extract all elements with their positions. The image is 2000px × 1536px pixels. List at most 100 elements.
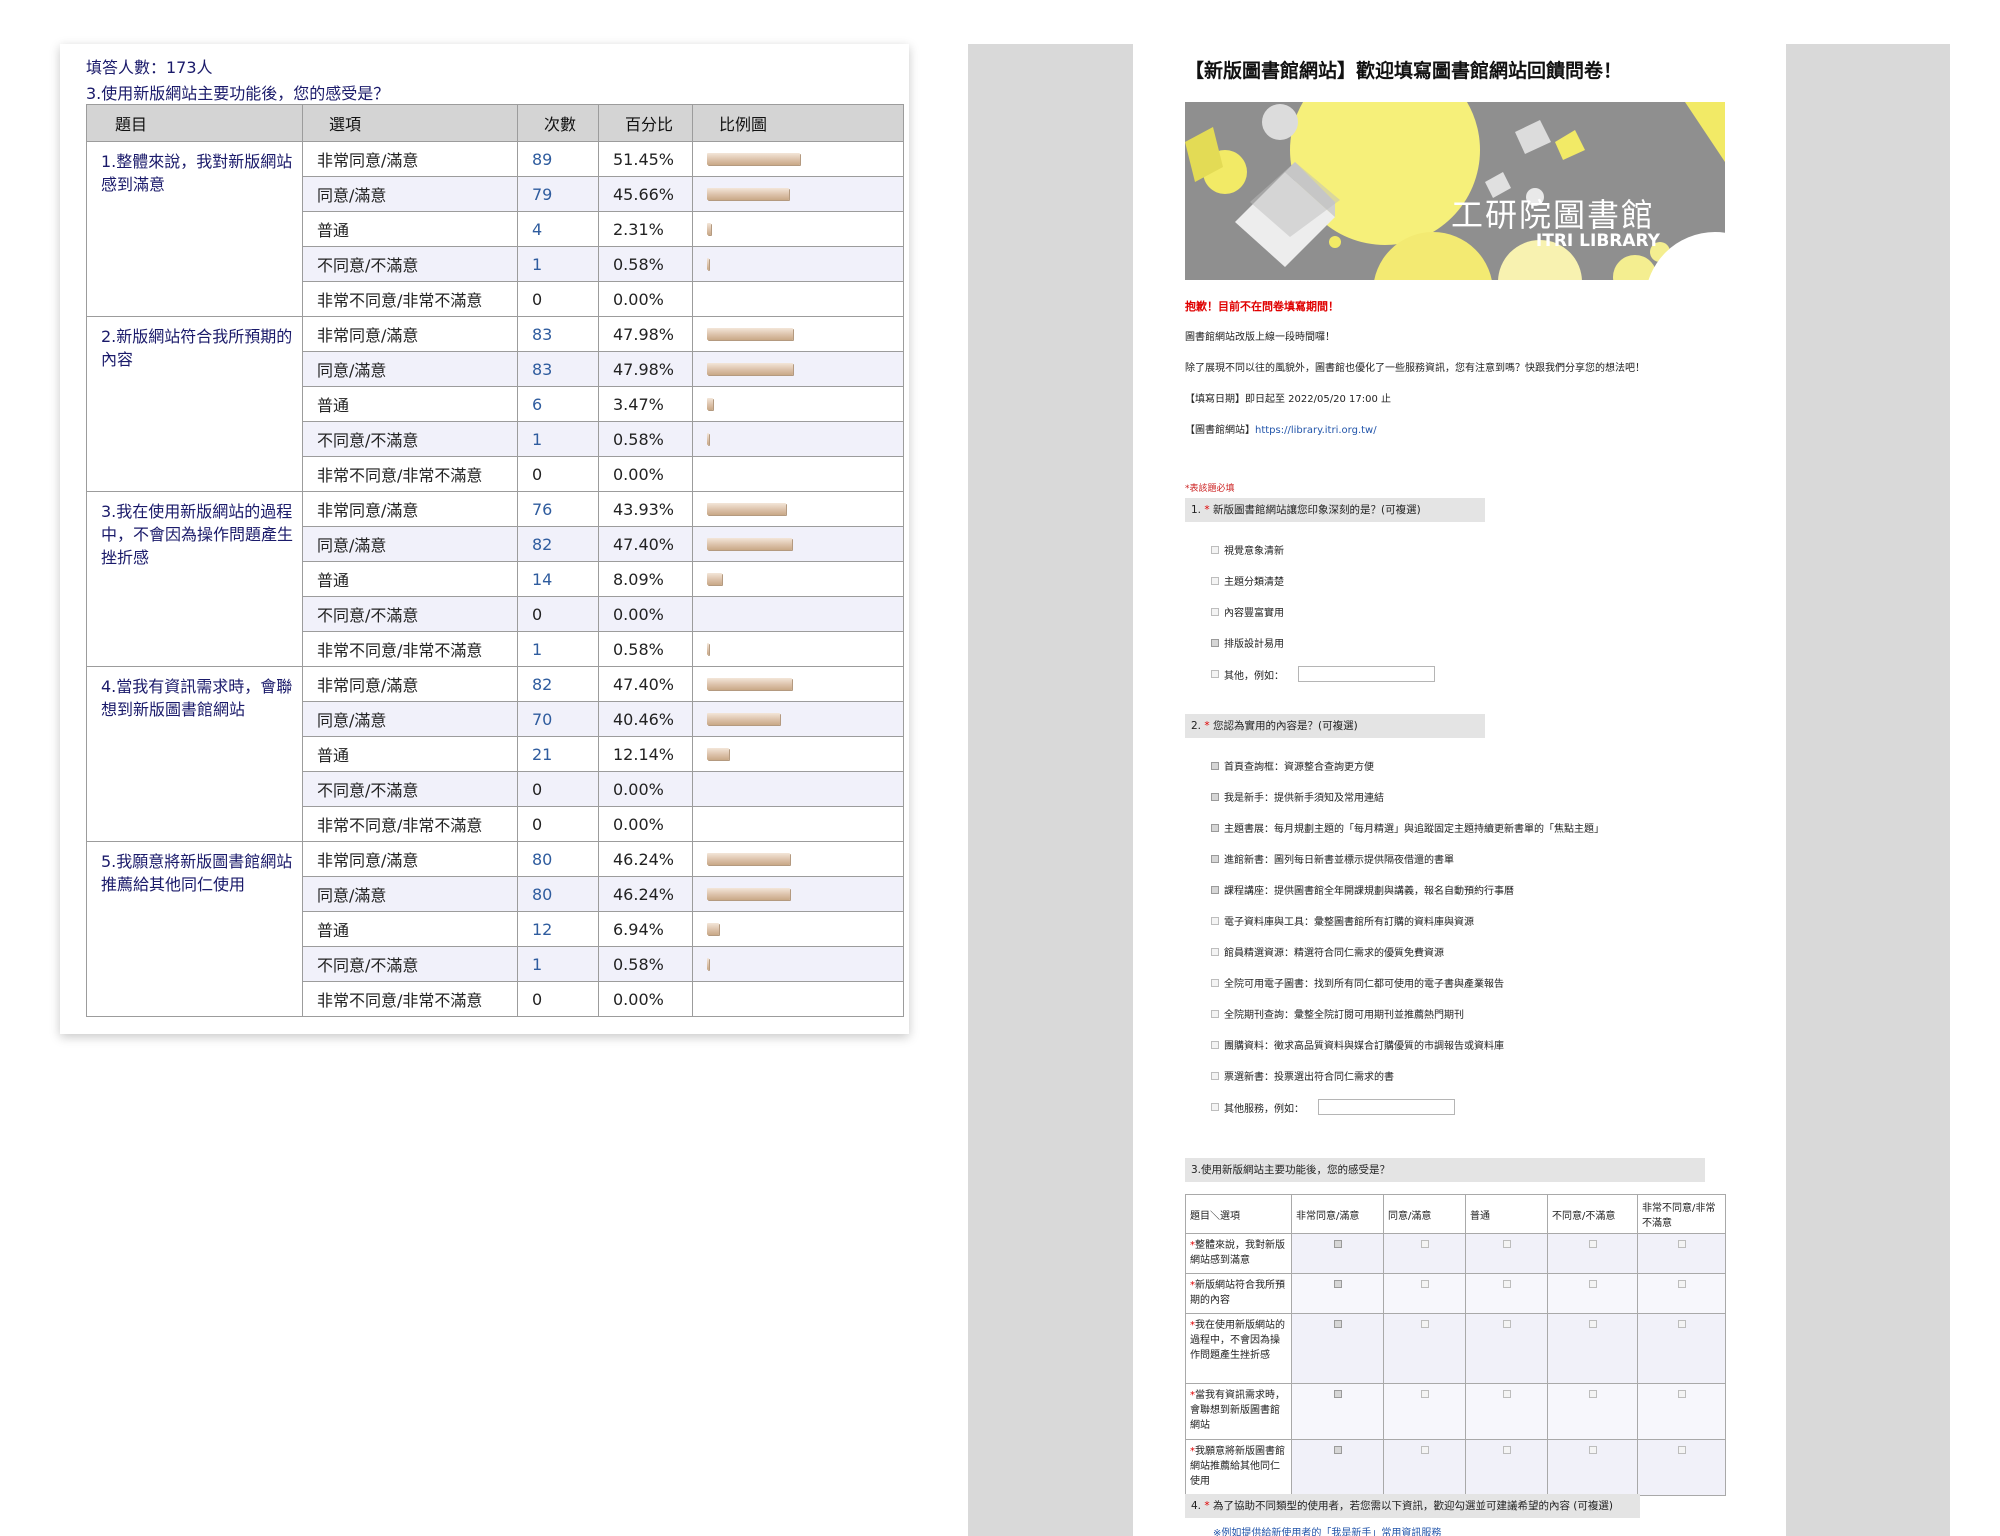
checkbox[interactable] xyxy=(1211,761,1219,770)
matrix-checkbox[interactable] xyxy=(1502,1446,1511,1454)
count-cell[interactable]: 6 xyxy=(517,386,599,422)
percent-cell: 47.98% xyxy=(598,316,693,352)
q2-option[interactable]: 首頁查詢框：資源整合查詢更方便 xyxy=(1211,758,1374,773)
checkbox[interactable] xyxy=(1211,576,1219,585)
table-row: 3.我在使用新版網站的過程中，不會因為操作問題產生挫折感 非常同意/滿意 76 43.… xyxy=(86,491,904,667)
matrix-choice-cell xyxy=(1291,1383,1384,1440)
matrix-checkbox[interactable] xyxy=(1420,1240,1429,1248)
count-cell[interactable]: 12 xyxy=(517,911,599,947)
q1-option[interactable]: 視覺意象清新 xyxy=(1211,542,1284,557)
table-row: 4.當我有資訊需求時，會聯想到新版圖書館網站 非常同意/滿意 82 47.40% xyxy=(86,666,904,842)
checkbox[interactable] xyxy=(1211,638,1219,647)
checkbox[interactable] xyxy=(1211,854,1219,863)
checkbox[interactable] xyxy=(1211,545,1219,554)
q2-option[interactable]: 館員精選資源：精選符合同仁需求的優質免費資源 xyxy=(1211,944,1444,959)
checkbox[interactable] xyxy=(1211,670,1219,678)
count-cell[interactable]: 79 xyxy=(517,176,599,212)
count-cell[interactable]: 4 xyxy=(517,211,599,247)
checkbox[interactable] xyxy=(1211,823,1219,832)
matrix-checkbox[interactable] xyxy=(1588,1446,1597,1454)
matrix-checkbox[interactable] xyxy=(1420,1320,1429,1328)
q2-option[interactable]: 我是新手：提供新手須知及常用連結 xyxy=(1211,789,1384,804)
checkbox[interactable] xyxy=(1211,1040,1219,1049)
checkbox[interactable] xyxy=(1211,792,1219,801)
count-cell[interactable]: 83 xyxy=(517,316,599,352)
count-cell[interactable]: 82 xyxy=(517,526,599,562)
q2-option[interactable]: 票選新書：投票選出符合同仁需求的書 xyxy=(1211,1068,1394,1083)
matrix-checkbox[interactable] xyxy=(1502,1390,1511,1398)
matrix-checkbox[interactable] xyxy=(1502,1240,1511,1248)
checkbox[interactable] xyxy=(1211,1103,1219,1111)
q2-option[interactable]: 課程講座：提供圖書館全年開課規劃與講義，報名自動預約行事曆 xyxy=(1211,882,1514,897)
q1-option[interactable]: 排版設計易用 xyxy=(1211,635,1284,650)
ratio-bar-track xyxy=(707,537,903,551)
ratio-bar xyxy=(707,398,714,410)
q2-option[interactable]: 主題書展：每月規劃主題的「每月精選」與追蹤固定主題持續更新書單的「焦點主題」 xyxy=(1211,820,1604,835)
count-cell: 0 xyxy=(517,771,599,807)
q2-option[interactable]: 進館新書：圖列每日新書並標示提供隔夜借還的書單 xyxy=(1211,851,1454,866)
count-cell[interactable]: 1 xyxy=(517,946,599,982)
matrix-checkbox[interactable] xyxy=(1677,1390,1686,1398)
q1-option[interactable]: 內容豐富實用 xyxy=(1211,604,1284,619)
q1-option[interactable]: 主題分類清楚 xyxy=(1211,573,1284,588)
matrix-choice-cell xyxy=(1465,1313,1548,1384)
q2-option[interactable]: 其他服務，例如： xyxy=(1211,1099,1455,1115)
matrix-checkbox[interactable] xyxy=(1677,1446,1686,1454)
count-cell[interactable]: 83 xyxy=(517,351,599,387)
matrix-row-label: *當我有資訊需求時，會聯想到新版圖書館網站 xyxy=(1185,1383,1292,1440)
matrix-checkbox[interactable] xyxy=(1502,1280,1511,1288)
q2-option[interactable]: 全院可用電子圖書：找到所有同仁都可使用的電子書與產業報告 xyxy=(1211,975,1504,990)
matrix-checkbox[interactable] xyxy=(1502,1320,1511,1328)
percent-cell: 0.00% xyxy=(598,281,693,317)
q1-option[interactable]: 其他，例如： xyxy=(1211,666,1435,682)
checkbox[interactable] xyxy=(1211,916,1219,925)
count-cell[interactable]: 14 xyxy=(517,561,599,597)
matrix-choice-cell xyxy=(1637,1273,1726,1314)
matrix-row-label: *我在使用新版網站的過程中，不會因為操作問題產生挫折感 xyxy=(1185,1313,1292,1384)
count-cell[interactable]: 1 xyxy=(517,631,599,667)
matrix-checkbox[interactable] xyxy=(1588,1280,1597,1288)
q3-corner-label: 題目＼選項 xyxy=(1185,1194,1292,1234)
matrix-checkbox[interactable] xyxy=(1333,1390,1342,1398)
matrix-checkbox[interactable] xyxy=(1677,1240,1686,1248)
matrix-checkbox[interactable] xyxy=(1677,1320,1686,1328)
checkbox[interactable] xyxy=(1211,1071,1219,1080)
matrix-checkbox[interactable] xyxy=(1588,1390,1597,1398)
q1-required-star: * xyxy=(1204,504,1210,516)
count-cell[interactable]: 21 xyxy=(517,736,599,772)
header-option: 選項 xyxy=(302,104,518,142)
checkbox[interactable] xyxy=(1211,885,1219,894)
other-text-input[interactable] xyxy=(1318,1099,1455,1115)
count-cell[interactable]: 89 xyxy=(517,141,599,177)
count-cell[interactable]: 1 xyxy=(517,246,599,282)
count-cell[interactable]: 80 xyxy=(517,841,599,877)
matrix-checkbox[interactable] xyxy=(1333,1446,1342,1454)
checkbox[interactable] xyxy=(1211,947,1219,956)
matrix-checkbox[interactable] xyxy=(1333,1320,1342,1328)
matrix-checkbox[interactable] xyxy=(1588,1240,1597,1248)
count-cell[interactable]: 70 xyxy=(517,701,599,737)
count-cell[interactable]: 82 xyxy=(517,666,599,702)
matrix-checkbox[interactable] xyxy=(1420,1280,1429,1288)
matrix-checkbox[interactable] xyxy=(1333,1240,1342,1248)
q2-option[interactable]: 電子資料庫與工具：彙整圖書館所有訂購的資料庫與資源 xyxy=(1211,913,1474,928)
matrix-checkbox[interactable] xyxy=(1333,1280,1342,1288)
percent-cell: 0.58% xyxy=(598,631,693,667)
percent-cell: 0.00% xyxy=(598,981,693,1017)
count-cell[interactable]: 76 xyxy=(517,491,599,527)
library-site-link[interactable]: https://library.itri.org.tw/ xyxy=(1255,425,1377,436)
q2-option[interactable]: 全院期刊查詢：彙整全院訂閱可用期刊並推薦熱門期刊 xyxy=(1211,1006,1464,1021)
count-cell[interactable]: 1 xyxy=(517,421,599,457)
matrix-checkbox[interactable] xyxy=(1588,1320,1597,1328)
checkbox[interactable] xyxy=(1211,1009,1219,1018)
matrix-checkbox[interactable] xyxy=(1677,1280,1686,1288)
q3-col-strongly-disagree: 非常不同意/非常不滿意 xyxy=(1637,1194,1726,1234)
q2-option[interactable]: 團購資料：徵求高品質資料與媒合訂購優質的市調報告或資料庫 xyxy=(1211,1037,1504,1052)
count-cell[interactable]: 80 xyxy=(517,876,599,912)
matrix-checkbox[interactable] xyxy=(1420,1390,1429,1398)
checkbox[interactable] xyxy=(1211,607,1219,616)
checkbox[interactable] xyxy=(1211,978,1219,987)
matrix-checkbox[interactable] xyxy=(1420,1446,1429,1454)
other-text-input[interactable] xyxy=(1298,666,1435,682)
percent-cell: 0.00% xyxy=(598,456,693,492)
